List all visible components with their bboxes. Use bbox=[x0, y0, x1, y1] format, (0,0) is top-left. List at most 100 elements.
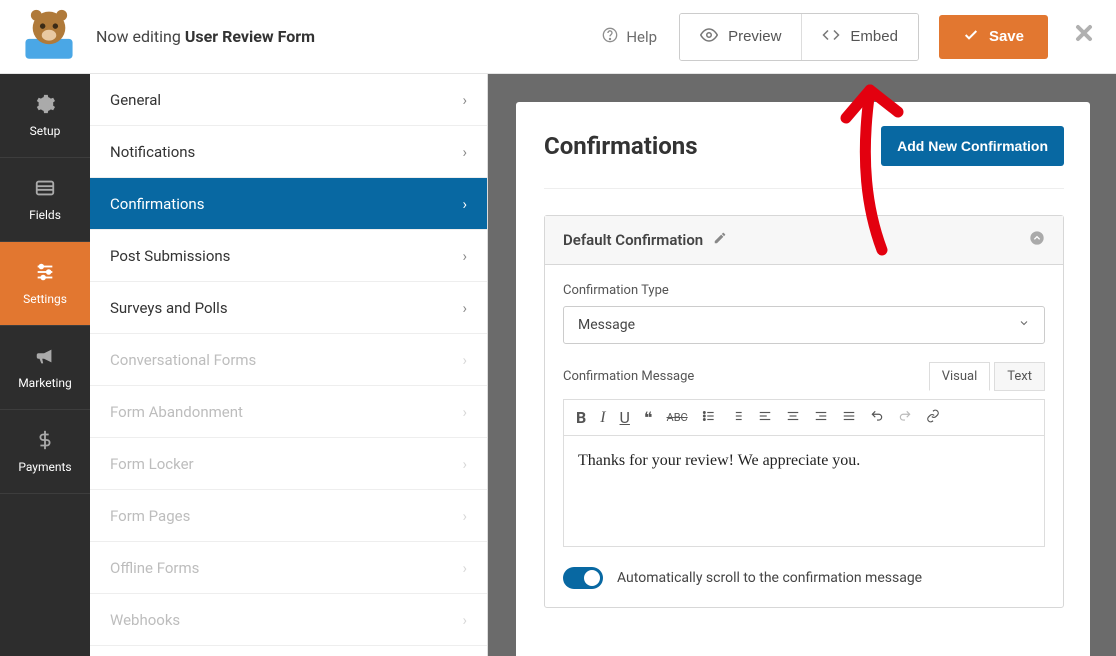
main-area: Confirmations Add New Confirmation Defau… bbox=[488, 74, 1116, 656]
editor-tab-text[interactable]: Text bbox=[994, 362, 1045, 391]
nav-settings[interactable]: Settings bbox=[0, 242, 90, 326]
panel-item-label: Webhooks bbox=[110, 611, 180, 629]
panel-item-label: Confirmations bbox=[110, 195, 204, 213]
align-left-icon[interactable] bbox=[758, 408, 772, 427]
settings-panel: General › Notifications › Confirmations … bbox=[90, 74, 488, 656]
link-icon[interactable] bbox=[926, 408, 940, 427]
panel-item-webhooks[interactable]: Webhooks › bbox=[90, 594, 487, 646]
underline-icon[interactable]: U bbox=[620, 408, 630, 427]
nav-marketing-label: Marketing bbox=[18, 376, 72, 390]
chevron-down-icon bbox=[1018, 317, 1030, 333]
app-logo bbox=[20, 8, 78, 66]
chevron-right-icon: › bbox=[462, 507, 467, 525]
italic-icon[interactable]: I bbox=[600, 409, 605, 427]
embed-button[interactable]: Embed bbox=[801, 14, 918, 60]
panel-item-label: Form Abandonment bbox=[110, 403, 243, 421]
chevron-right-icon: › bbox=[462, 195, 467, 213]
panel-item-form-locker[interactable]: Form Locker › bbox=[90, 438, 487, 490]
redo-icon[interactable] bbox=[898, 408, 912, 427]
chevron-right-icon: › bbox=[462, 299, 467, 317]
panel-item-offline-forms[interactable]: Offline Forms › bbox=[90, 542, 487, 594]
embed-label: Embed bbox=[850, 28, 898, 45]
message-label: Confirmation Message bbox=[563, 369, 694, 384]
collapse-icon[interactable] bbox=[1029, 230, 1045, 250]
nav-payments[interactable]: Payments bbox=[0, 410, 90, 494]
confirmation-box-title: Default Confirmation bbox=[563, 231, 703, 249]
confirmation-type-select[interactable]: Message bbox=[563, 306, 1045, 344]
gear-icon bbox=[34, 93, 56, 118]
panel-item-label: Offline Forms bbox=[110, 559, 199, 577]
quote-icon[interactable]: ❝ bbox=[644, 408, 653, 427]
panel-item-label: Surveys and Polls bbox=[110, 299, 228, 317]
save-button[interactable]: Save bbox=[939, 15, 1048, 59]
undo-icon[interactable] bbox=[870, 408, 884, 427]
add-confirmation-button[interactable]: Add New Confirmation bbox=[881, 126, 1064, 166]
code-icon bbox=[822, 26, 840, 48]
strike-icon[interactable]: ABC bbox=[667, 411, 688, 424]
ol-icon[interactable] bbox=[730, 408, 744, 427]
panel-item-label: Form Locker bbox=[110, 455, 194, 473]
help-label: Help bbox=[626, 28, 657, 46]
form-name: User Review Form bbox=[185, 27, 315, 46]
panel-item-form-pages[interactable]: Form Pages › bbox=[90, 490, 487, 542]
chevron-right-icon: › bbox=[462, 403, 467, 421]
check-icon bbox=[963, 27, 979, 47]
align-right-icon[interactable] bbox=[814, 408, 828, 427]
close-icon[interactable] bbox=[1072, 21, 1096, 52]
preview-label: Preview bbox=[728, 28, 781, 45]
list-icon bbox=[34, 177, 56, 202]
editing-caption: Now editing User Review Form bbox=[96, 27, 315, 46]
panel-item-label: Form Pages bbox=[110, 507, 190, 525]
panel-item-post-submissions[interactable]: Post Submissions › bbox=[90, 230, 487, 282]
nav-settings-label: Settings bbox=[23, 292, 67, 306]
left-nav: Setup Fields Settings Marketing Payments bbox=[0, 74, 90, 656]
panel-item-conversational-forms[interactable]: Conversational Forms › bbox=[90, 334, 487, 386]
save-label: Save bbox=[989, 28, 1024, 45]
eye-icon bbox=[700, 26, 718, 48]
confirmation-box: Default Confirmation Confirmation Type M… bbox=[544, 215, 1064, 608]
sliders-icon bbox=[34, 261, 56, 286]
nav-fields[interactable]: Fields bbox=[0, 158, 90, 242]
chevron-right-icon: › bbox=[462, 91, 467, 109]
align-center-icon[interactable] bbox=[786, 408, 800, 427]
panel-item-label: Notifications bbox=[110, 143, 195, 161]
dollar-icon bbox=[34, 429, 56, 454]
pencil-icon[interactable] bbox=[713, 231, 727, 249]
nav-payments-label: Payments bbox=[18, 460, 71, 474]
type-value: Message bbox=[578, 317, 635, 333]
editor-tab-visual[interactable]: Visual bbox=[929, 362, 991, 391]
panel-item-general[interactable]: General › bbox=[90, 74, 487, 126]
auto-scroll-toggle[interactable] bbox=[563, 567, 603, 589]
nav-fields-label: Fields bbox=[29, 208, 61, 222]
confirmations-card: Confirmations Add New Confirmation Defau… bbox=[516, 102, 1090, 656]
panel-item-notifications[interactable]: Notifications › bbox=[90, 126, 487, 178]
chevron-right-icon: › bbox=[462, 143, 467, 161]
editing-prefix: Now editing bbox=[96, 27, 185, 46]
app-header: Now editing User Review Form Help Previe… bbox=[0, 0, 1116, 74]
help-button[interactable]: Help bbox=[602, 27, 657, 47]
chevron-right-icon: › bbox=[462, 247, 467, 265]
panel-item-label: General bbox=[110, 91, 161, 109]
editor-toolbar: B I U ❝ ABC bbox=[563, 399, 1045, 435]
bold-icon[interactable]: B bbox=[576, 408, 586, 427]
confirmation-message-editor[interactable] bbox=[563, 435, 1045, 547]
panel-item-label: Post Submissions bbox=[110, 247, 230, 265]
type-label: Confirmation Type bbox=[563, 283, 1045, 298]
page-title: Confirmations bbox=[544, 132, 698, 160]
chevron-right-icon: › bbox=[462, 611, 467, 629]
panel-item-surveys-polls[interactable]: Surveys and Polls › bbox=[90, 282, 487, 334]
chevron-right-icon: › bbox=[462, 559, 467, 577]
auto-scroll-label: Automatically scroll to the confirmation… bbox=[617, 570, 922, 586]
header-action-group: Preview Embed bbox=[679, 13, 919, 61]
chevron-right-icon: › bbox=[462, 455, 467, 473]
nav-marketing[interactable]: Marketing bbox=[0, 326, 90, 410]
panel-item-form-abandonment[interactable]: Form Abandonment › bbox=[90, 386, 487, 438]
panel-item-confirmations[interactable]: Confirmations › bbox=[90, 178, 487, 230]
align-justify-icon[interactable] bbox=[842, 408, 856, 427]
megaphone-icon bbox=[34, 345, 56, 370]
help-icon bbox=[602, 27, 618, 47]
preview-button[interactable]: Preview bbox=[680, 14, 801, 60]
panel-item-label: Conversational Forms bbox=[110, 351, 256, 369]
nav-setup[interactable]: Setup bbox=[0, 74, 90, 158]
ul-icon[interactable] bbox=[702, 408, 716, 427]
